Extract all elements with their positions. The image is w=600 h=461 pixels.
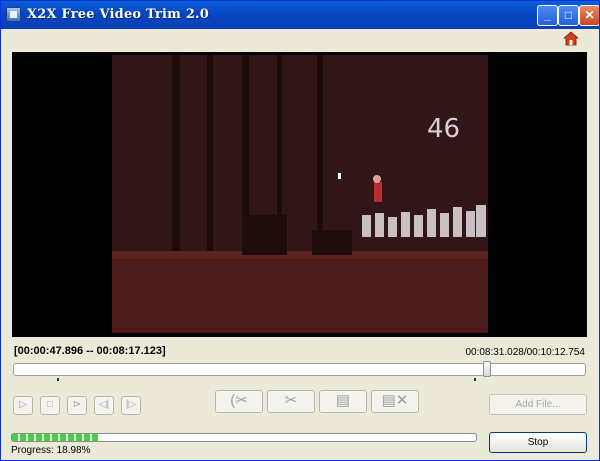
delete-segment-button[interactable]: ▤✕ bbox=[371, 390, 419, 413]
app-window: X2X Free Video Trim 2.0 _ □ ✕ 46 [00:00:… bbox=[0, 0, 600, 461]
trim-range-label: [00:00:47.896 -- 00:08:17.123] bbox=[14, 345, 166, 357]
video-frame: 46 bbox=[112, 55, 488, 333]
seek-slider-track[interactable] bbox=[13, 363, 586, 376]
progress-bar bbox=[11, 433, 477, 442]
home-icon[interactable] bbox=[563, 31, 579, 46]
close-button[interactable]: ✕ bbox=[579, 5, 599, 26]
progress-label: Progress: 18.98% bbox=[11, 445, 91, 456]
stage-scene-graphic: 46 bbox=[112, 55, 488, 333]
play-button[interactable]: ▷ bbox=[13, 396, 33, 415]
trim-start-marker bbox=[57, 378, 59, 381]
window-title: X2X Free Video Trim 2.0 bbox=[27, 7, 210, 22]
trim-end-marker bbox=[474, 378, 476, 381]
stage-sign-text: 46 bbox=[427, 114, 460, 144]
add-file-button[interactable]: Add File... bbox=[489, 394, 587, 415]
previous-button[interactable]: ◁| bbox=[94, 396, 114, 415]
cut-start-button[interactable]: (✂ bbox=[215, 390, 263, 413]
maximize-button[interactable]: □ bbox=[558, 5, 579, 26]
step-forward-button[interactable]: ⊳ bbox=[67, 396, 87, 415]
next-button[interactable]: |▷ bbox=[121, 396, 141, 415]
minimize-button[interactable]: _ bbox=[537, 5, 558, 26]
app-icon bbox=[6, 7, 21, 22]
seek-slider-thumb[interactable] bbox=[483, 361, 491, 377]
video-preview[interactable]: 46 bbox=[12, 52, 587, 337]
cut-button[interactable]: ✂ bbox=[267, 390, 315, 413]
stop-playback-button[interactable]: □ bbox=[40, 396, 60, 415]
title-bar[interactable]: X2X Free Video Trim 2.0 _ □ ✕ bbox=[1, 1, 599, 29]
stop-button[interactable]: Stop bbox=[489, 432, 587, 453]
progress-bar-fill bbox=[12, 434, 101, 441]
save-segment-button[interactable]: ▤ bbox=[319, 390, 367, 413]
position-label: 00:08:31.028/00:10:12.754 bbox=[465, 347, 585, 358]
